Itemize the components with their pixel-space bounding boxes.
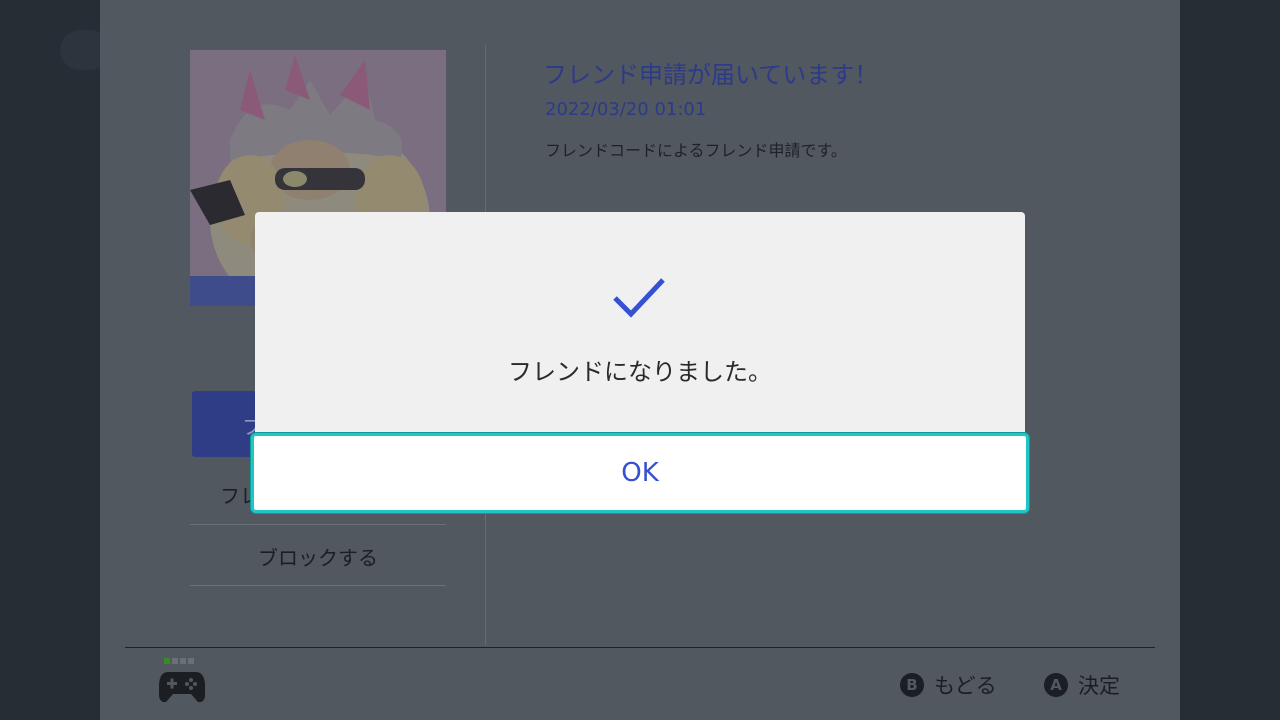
background-right bbox=[1180, 0, 1280, 720]
player-dot-3 bbox=[180, 658, 186, 664]
footer-divider bbox=[125, 647, 1155, 648]
confirm-hint[interactable]: A 決定 bbox=[1044, 671, 1120, 699]
block-label: ブロックする bbox=[258, 546, 378, 570]
request-date: 2022/03/20 01:01 bbox=[545, 99, 707, 120]
back-hint[interactable]: B もどる bbox=[900, 671, 997, 699]
back-label: もどる bbox=[934, 674, 997, 698]
background-left bbox=[0, 0, 110, 720]
player-dot-1 bbox=[164, 658, 170, 664]
ok-button-label: OK bbox=[621, 458, 659, 488]
friend-added-dialog: フレンドになりました。 bbox=[255, 212, 1025, 436]
ok-button[interactable]: OK bbox=[251, 433, 1029, 513]
checkmark-icon bbox=[613, 278, 665, 318]
a-button-icon: A bbox=[1044, 673, 1068, 697]
request-description: フレンドコードによるフレンド申請です。 bbox=[545, 141, 847, 160]
b-button-icon: B bbox=[900, 673, 924, 697]
confirm-label: 決定 bbox=[1078, 674, 1120, 698]
dialog-message: フレンドになりました。 bbox=[508, 358, 772, 386]
player-dot-2 bbox=[172, 658, 178, 664]
gamepad-icon bbox=[158, 668, 206, 708]
block-menu-item[interactable]: ブロックする bbox=[190, 525, 446, 586]
request-title: フレンド申請が届いています！ bbox=[543, 61, 879, 89]
player-dot-4 bbox=[188, 658, 194, 664]
